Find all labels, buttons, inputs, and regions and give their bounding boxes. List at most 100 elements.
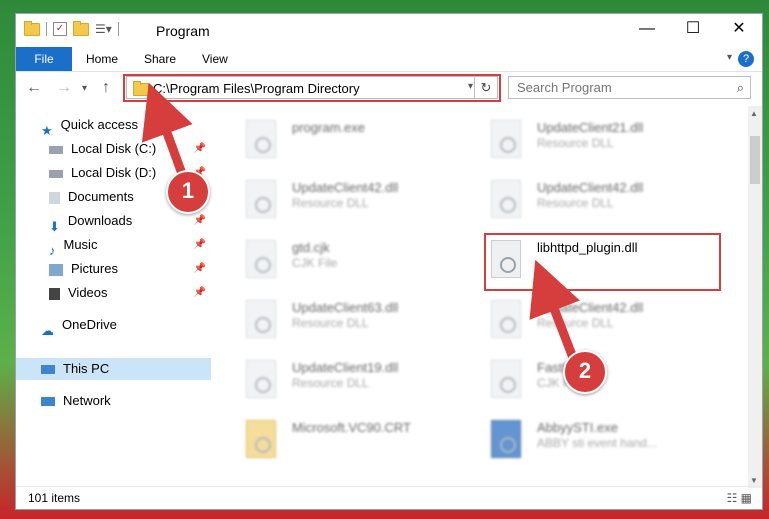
expand-ribbon-icon[interactable]: ▾ — [727, 52, 732, 63]
navigation-pane: ★ Quick access Local Disk (C:) 📌 Local Dis… — [16, 106, 211, 488]
sidebar-item-local-disk-c[interactable]: Local Disk (C:) 📌 — [49, 138, 206, 160]
new-folder-icon[interactable] — [73, 20, 89, 36]
file-name: UpdateClient19.dll — [292, 360, 399, 375]
pin-icon: 📌 — [193, 287, 206, 298]
pin-icon: 📌 — [193, 239, 206, 250]
file-type: ABBY sti event hand... — [537, 436, 657, 450]
sidebar-item-label: OneDrive — [62, 317, 117, 332]
search-input[interactable] — [515, 79, 719, 96]
file-name: Microsoft.VC90.CRT — [292, 420, 411, 435]
file-icon — [246, 240, 276, 278]
window-title: Program — [156, 23, 210, 39]
sidebar-item-label: Downloads — [67, 213, 133, 228]
list-item[interactable]: Microsoft.VC90.CRT — [246, 416, 476, 468]
list-item[interactable]: UpdateClient42.dll Resource DLL — [491, 296, 721, 348]
file-type: Resource DLL — [292, 196, 369, 210]
help-button[interactable]: ? — [738, 51, 754, 67]
list-item[interactable]: program.exe — [246, 116, 476, 168]
tab-file[interactable]: File — [16, 47, 72, 71]
dll-file-icon — [491, 300, 521, 338]
sidebar-item-pictures[interactable]: Pictures 📌 — [49, 258, 206, 280]
list-item[interactable]: UpdateClient42.dll Resource DLL — [246, 176, 476, 228]
sidebar-item-label: Music — [63, 237, 98, 252]
tab-view[interactable]: View — [192, 47, 238, 71]
exe-file-icon — [246, 120, 276, 158]
file-name: UpdateClient63.dll — [292, 300, 399, 315]
file-list: program.exe UpdateClient21.dll Resource … — [226, 106, 746, 488]
list-item[interactable]: FastK... CJK File — [491, 356, 721, 408]
explorer-window: ✓ ☰▾ Program — ☐ ✕ File Home Share View … — [15, 13, 763, 510]
sidebar-item-videos[interactable]: Videos 📌 — [49, 282, 206, 304]
music-icon: ♪ — [49, 242, 56, 258]
ribbon-tabs: File Home Share View ▾ ? — [16, 47, 762, 72]
maximize-button[interactable]: ☐ — [670, 14, 716, 44]
sidebar-item-label: Local Disk (D:) — [71, 165, 157, 180]
scroll-down-icon[interactable]: ▼ — [750, 476, 758, 485]
quick-access-toolbar: ✓ ☰▾ — [24, 20, 119, 36]
file-name: program.exe — [292, 120, 365, 135]
file-type: CJK File — [292, 256, 338, 270]
dll-file-icon — [491, 180, 521, 218]
minimize-button[interactable]: — — [624, 14, 670, 44]
file-type: Resource DLL — [537, 136, 614, 150]
tab-home[interactable]: Home — [76, 47, 128, 71]
customize-toolbar-icon[interactable]: ☰▾ — [95, 22, 112, 36]
up-arrow-icon[interactable]: ↑ — [102, 79, 110, 97]
file-name: gtd.cjk — [292, 240, 330, 255]
forward-arrow-icon[interactable]: → — [56, 79, 72, 97]
pin-icon: 📌 — [193, 215, 206, 226]
scroll-up-icon[interactable]: ▲ — [750, 109, 758, 118]
sidebar-item-onedrive[interactable]: ☁ OneDrive — [41, 314, 206, 338]
sidebar-item-quick-access[interactable]: ★ Quick access — [41, 114, 206, 138]
documents-icon — [49, 191, 60, 204]
sidebar-item-label: Network — [63, 393, 111, 408]
search-box[interactable]: ⌕ — [508, 76, 751, 99]
step-2-badge: 2 — [563, 350, 607, 394]
cloud-icon: ☁ — [41, 322, 54, 338]
view-toggle-icons[interactable]: ☷ ▦ — [727, 491, 752, 505]
vertical-scrollbar[interactable]: ▲ ▼ — [748, 106, 762, 488]
item-count: 101 items — [28, 491, 81, 505]
drive-icon — [49, 169, 63, 178]
sidebar-item-music[interactable]: ♪ Music 📌 — [49, 234, 206, 258]
sidebar-item-label: This PC — [63, 361, 110, 376]
file-type: Resource DLL — [537, 316, 614, 330]
list-item[interactable]: AbbyySTI.exe ABBY sti event hand... — [491, 416, 721, 468]
properties-icon[interactable]: ✓ — [53, 22, 67, 36]
star-icon: ★ — [41, 122, 53, 138]
scrollbar-thumb[interactable] — [750, 136, 760, 184]
back-arrow-icon[interactable]: ← — [26, 79, 42, 97]
file-type: Resource DLL — [292, 316, 369, 330]
separator — [117, 22, 119, 36]
list-item[interactable]: UpdateClient19.dll Resource DLL — [246, 356, 476, 408]
step-1-badge: 1 — [166, 170, 210, 214]
tab-share[interactable]: Share — [134, 47, 186, 71]
list-item[interactable]: UpdateClient21.dll Resource DLL — [491, 116, 721, 168]
separator — [46, 22, 47, 36]
pictures-icon — [49, 263, 63, 276]
sidebar-item-this-pc[interactable]: This PC — [16, 358, 211, 380]
file-name: UpdateClient21.dll — [537, 120, 644, 135]
file-type: Resource DLL — [292, 376, 369, 390]
file-name: UpdateClient42.dll — [537, 180, 644, 195]
title-bar: ✓ ☰▾ Program — ☐ ✕ — [16, 14, 762, 47]
drive-icon — [49, 145, 63, 154]
download-icon: ⬇ — [49, 218, 60, 234]
list-item[interactable]: gtd.cjk CJK File — [246, 236, 476, 288]
file-icon — [491, 360, 521, 398]
pin-icon: 📌 — [193, 263, 206, 274]
close-button[interactable]: ✕ — [716, 14, 762, 44]
sidebar-item-label: Pictures — [71, 261, 118, 276]
sidebar-item-label: Quick access — [60, 117, 138, 132]
list-item[interactable]: UpdateClient42.dll Resource DLL — [491, 176, 721, 228]
dll-file-icon — [491, 120, 521, 158]
dll-file-icon — [246, 300, 276, 338]
network-icon — [41, 397, 55, 407]
status-bar: 101 items ☷ ▦ — [16, 486, 762, 509]
computer-icon — [41, 365, 55, 375]
list-item[interactable]: UpdateClient63.dll Resource DLL — [246, 296, 476, 348]
recent-locations-icon[interactable]: ▾ — [82, 83, 87, 94]
file-name: AbbyySTI.exe — [537, 420, 618, 435]
videos-icon — [49, 287, 60, 300]
sidebar-item-network[interactable]: Network — [41, 390, 206, 412]
